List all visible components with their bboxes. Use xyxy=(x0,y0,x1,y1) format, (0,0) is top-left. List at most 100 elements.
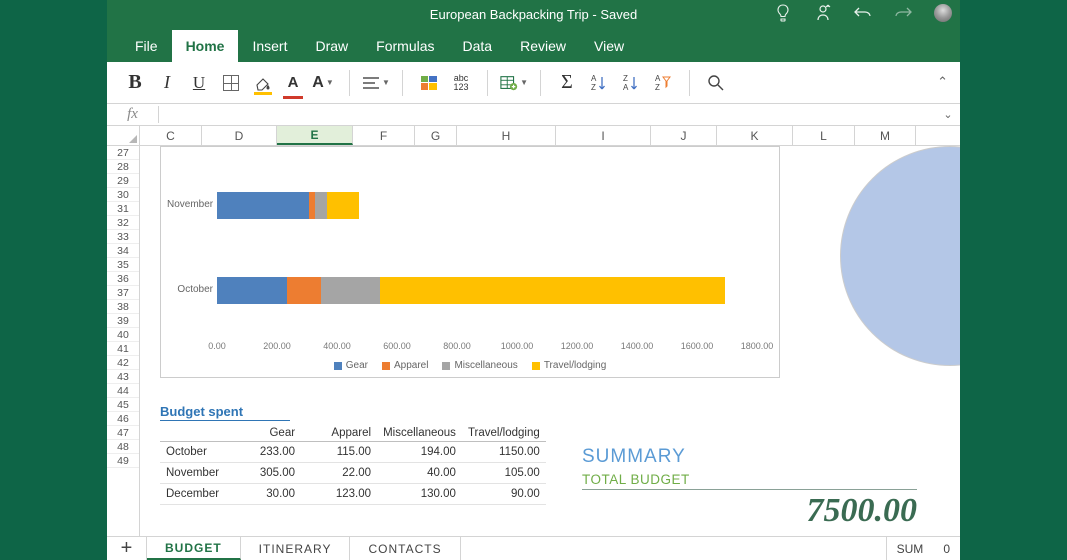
row-header[interactable]: 39 xyxy=(107,314,139,328)
col-header-C[interactable]: C xyxy=(140,126,202,145)
row-header[interactable]: 35 xyxy=(107,258,139,272)
share-icon[interactable] xyxy=(814,4,832,22)
row-header[interactable]: 30 xyxy=(107,188,139,202)
bold-button[interactable]: B xyxy=(121,69,149,97)
sheet-tab-itinerary[interactable]: ITINERARY xyxy=(241,537,351,560)
sort-asc-button[interactable]: AZ xyxy=(585,69,613,97)
chart-axis-tick: 0.00 xyxy=(208,341,226,351)
status-label: SUM xyxy=(897,542,924,556)
row-header[interactable]: 34 xyxy=(107,244,139,258)
ribbon-tabs: FileHomeInsertDrawFormulasDataReviewView xyxy=(107,28,960,62)
sheet-tab-contacts[interactable]: CONTACTS xyxy=(350,537,460,560)
row-header[interactable]: 32 xyxy=(107,216,139,230)
col-header-I[interactable]: I xyxy=(556,126,651,145)
row-header[interactable]: 40 xyxy=(107,328,139,342)
sheet-tab-budget[interactable]: BUDGET xyxy=(147,537,241,560)
row-header[interactable]: 33 xyxy=(107,230,139,244)
chart-bar-segment xyxy=(217,277,287,304)
column-headers: CDEFGHIJKLM xyxy=(107,126,960,146)
svg-text:Z: Z xyxy=(655,83,660,92)
undo-icon[interactable] xyxy=(854,4,872,22)
chart-axis-tick: 1600.00 xyxy=(681,341,714,351)
svg-text:Z: Z xyxy=(623,74,628,83)
redo-icon[interactable] xyxy=(894,4,912,22)
tab-file[interactable]: File xyxy=(121,30,172,62)
underline-button[interactable]: U xyxy=(185,69,213,97)
row-header[interactable]: 29 xyxy=(107,174,139,188)
row-header[interactable]: 44 xyxy=(107,384,139,398)
chart-axis-tick: 800.00 xyxy=(443,341,471,351)
formula-input[interactable] xyxy=(159,104,936,125)
row-header[interactable]: 48 xyxy=(107,440,139,454)
insert-cells-button[interactable]: ▼ xyxy=(500,69,528,97)
col-header-H[interactable]: H xyxy=(457,126,556,145)
col-header-D[interactable]: D xyxy=(202,126,277,145)
align-button[interactable]: ▼ xyxy=(362,69,390,97)
tab-data[interactable]: Data xyxy=(449,30,507,62)
table-header xyxy=(160,425,225,442)
table-header: Gear xyxy=(225,425,301,442)
col-header-F[interactable]: F xyxy=(353,126,415,145)
chart-bar-segment xyxy=(380,277,725,304)
col-header-M[interactable]: M xyxy=(855,126,916,145)
collapse-ribbon-icon[interactable]: ⌃ xyxy=(937,74,948,90)
svg-text:Z: Z xyxy=(591,83,596,92)
tab-insert[interactable]: Insert xyxy=(238,30,301,62)
table-header: Apparel xyxy=(301,425,377,442)
row-header[interactable]: 37 xyxy=(107,286,139,300)
row-header[interactable]: 41 xyxy=(107,342,139,356)
font-color-button[interactable]: A xyxy=(281,69,305,97)
tell-me-icon[interactable] xyxy=(774,4,792,22)
font-size-button[interactable]: A▼ xyxy=(309,69,337,97)
row-header[interactable]: 46 xyxy=(107,412,139,426)
tab-review[interactable]: Review xyxy=(506,30,580,62)
cell-styles-button[interactable] xyxy=(415,69,443,97)
tab-home[interactable]: Home xyxy=(172,30,239,62)
sort-desc-button[interactable]: ZA xyxy=(617,69,645,97)
fx-label: fx xyxy=(107,106,159,123)
fill-color-button[interactable] xyxy=(249,69,277,97)
chart-legend: GearApparelMiscellaneousTravel/lodging xyxy=(161,360,779,371)
autosum-button[interactable]: Σ xyxy=(553,69,581,97)
col-header-K[interactable]: K xyxy=(717,126,793,145)
budget-bar-chart[interactable]: NovemberOctober0.00200.00400.00600.00800… xyxy=(160,146,780,378)
col-header-J[interactable]: J xyxy=(651,126,717,145)
tab-view[interactable]: View xyxy=(580,30,638,62)
filter-button[interactable]: AZ xyxy=(649,69,677,97)
user-avatar[interactable] xyxy=(934,4,952,22)
col-header-E[interactable]: E xyxy=(277,126,353,145)
tab-draw[interactable]: Draw xyxy=(301,30,362,62)
expand-formula-icon[interactable]: ⌄ xyxy=(936,108,960,121)
table-header: Travel/lodging xyxy=(462,425,546,442)
row-header[interactable]: 36 xyxy=(107,272,139,286)
row-header[interactable]: 45 xyxy=(107,398,139,412)
row-header[interactable]: 27 xyxy=(107,146,139,160)
summary-sub: TOTAL BUDGET xyxy=(582,472,917,490)
add-sheet-button[interactable]: + xyxy=(107,537,147,560)
status-value: 0 xyxy=(943,542,950,556)
table-row: November305.0022.0040.00105.00 xyxy=(160,463,546,484)
pie-chart-partial[interactable] xyxy=(840,146,960,366)
tab-formulas[interactable]: Formulas xyxy=(362,30,448,62)
budget-table: Budget spent GearApparelMiscellaneousTra… xyxy=(160,404,546,505)
svg-text:A: A xyxy=(591,74,597,83)
chart-category-label: November xyxy=(167,199,213,210)
col-header-G[interactable]: G xyxy=(415,126,457,145)
row-header[interactable]: 28 xyxy=(107,160,139,174)
row-header[interactable]: 49 xyxy=(107,454,139,468)
row-header[interactable]: 31 xyxy=(107,202,139,216)
number-format-button[interactable]: abc123 xyxy=(447,69,475,97)
italic-button[interactable]: I xyxy=(153,69,181,97)
row-header[interactable]: 47 xyxy=(107,426,139,440)
chart-bar-segment xyxy=(327,192,359,219)
row-header[interactable]: 42 xyxy=(107,356,139,370)
worksheet-area[interactable]: NovemberOctober0.00200.00400.00600.00800… xyxy=(140,146,960,536)
row-header[interactable]: 38 xyxy=(107,300,139,314)
chart-bar-segment xyxy=(287,277,322,304)
find-button[interactable] xyxy=(702,69,730,97)
col-header-L[interactable]: L xyxy=(793,126,855,145)
borders-button[interactable] xyxy=(217,69,245,97)
select-all-corner[interactable] xyxy=(107,126,140,145)
legend-item: Travel/lodging xyxy=(532,360,606,371)
row-header[interactable]: 43 xyxy=(107,370,139,384)
